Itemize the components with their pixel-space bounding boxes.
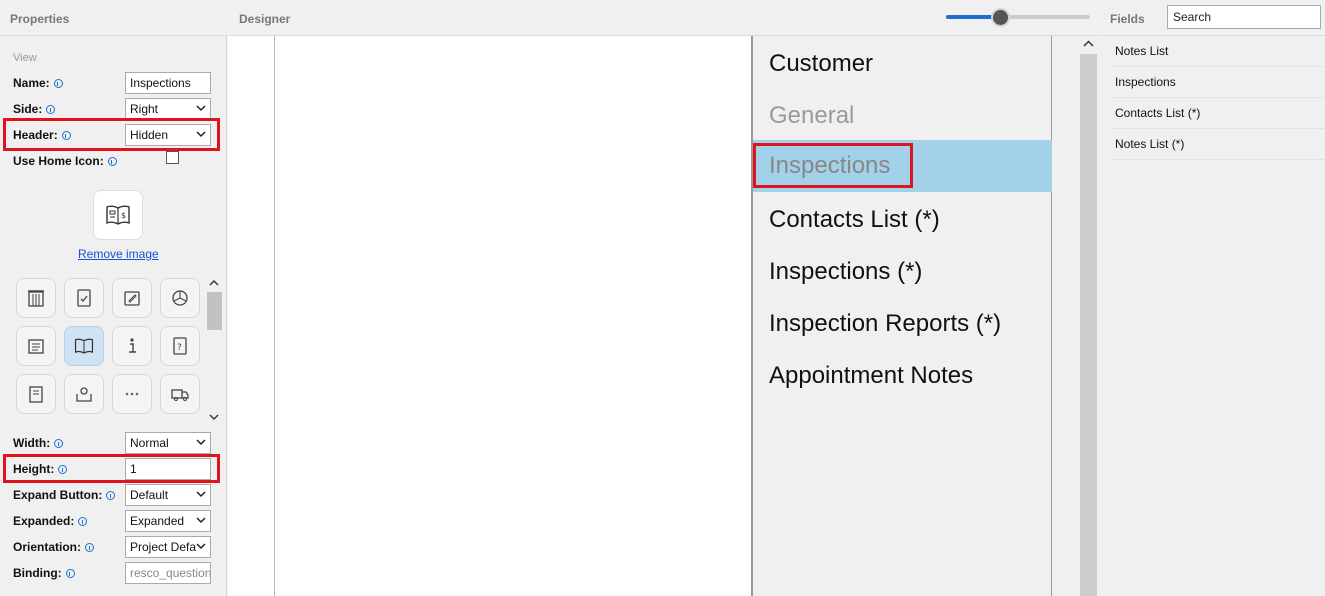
expand-button-select[interactable]: Default bbox=[125, 484, 211, 506]
chevron-up-icon[interactable] bbox=[209, 278, 219, 288]
svg-text:$: $ bbox=[121, 211, 126, 220]
notepad-icon[interactable] bbox=[16, 374, 56, 414]
chevron-up-icon[interactable] bbox=[1083, 39, 1094, 49]
help-document-icon[interactable]: ? bbox=[160, 326, 200, 366]
binding-label: Binding: bbox=[13, 566, 75, 580]
expand-button-label: Expand Button: bbox=[13, 488, 116, 502]
designer-canvas[interactable] bbox=[274, 36, 752, 596]
info-icon[interactable] bbox=[106, 491, 116, 500]
menu-item-customer[interactable]: Customer bbox=[753, 38, 1052, 90]
width-row: Width: Normal bbox=[13, 432, 218, 454]
more-icon[interactable] bbox=[112, 374, 152, 414]
selected-icon-preview: $ bbox=[93, 190, 143, 240]
map-pin-icon[interactable] bbox=[64, 374, 104, 414]
chevron-down-icon bbox=[196, 491, 206, 498]
info-icon[interactable] bbox=[46, 105, 56, 114]
remove-image-link[interactable]: Remove image bbox=[78, 247, 159, 261]
scrollbar-thumb[interactable] bbox=[207, 292, 222, 330]
orientation-label: Orientation: bbox=[13, 540, 94, 554]
delivery-truck-icon[interactable] bbox=[160, 374, 200, 414]
designer-scrollbar[interactable] bbox=[1080, 36, 1097, 596]
fields-list: Notes List Inspections Contacts List (*)… bbox=[1110, 36, 1325, 160]
info-icon[interactable] bbox=[53, 79, 63, 88]
icon-grid: ? bbox=[16, 278, 206, 418]
edit-icon[interactable] bbox=[112, 278, 152, 318]
orientation-select[interactable]: Project Defa bbox=[125, 536, 211, 558]
info-icon[interactable] bbox=[78, 517, 88, 526]
svg-text:?: ? bbox=[177, 343, 182, 353]
binding-row: Binding: resco_question bbox=[13, 562, 218, 584]
width-label: Width: bbox=[13, 436, 64, 450]
fields-title: Fields bbox=[1110, 12, 1145, 26]
menu-item-appointment-notes[interactable]: Appointment Notes bbox=[753, 350, 1052, 402]
designer-canvas-margin bbox=[228, 36, 274, 596]
field-item[interactable]: Notes List bbox=[1110, 36, 1325, 67]
use-home-icon-label: Use Home Icon: bbox=[13, 154, 117, 168]
expanded-select[interactable]: Expanded bbox=[125, 510, 211, 532]
info-icon[interactable] bbox=[54, 439, 64, 448]
properties-panel: Properties View Name: Inspections Side: … bbox=[0, 0, 227, 596]
orientation-row: Orientation: Project Defa bbox=[13, 536, 218, 558]
expanded-label: Expanded: bbox=[13, 514, 88, 528]
menu-item-inspections-list[interactable]: Inspections (*) bbox=[753, 246, 1052, 298]
ledger-icon[interactable] bbox=[64, 326, 104, 366]
menu-item-contacts-list[interactable]: Contacts List (*) bbox=[753, 194, 1052, 246]
zoom-slider[interactable] bbox=[946, 8, 1090, 27]
field-item[interactable]: Inspections bbox=[1110, 67, 1325, 98]
chevron-down-icon[interactable] bbox=[209, 412, 219, 422]
app-root: Properties View Name: Inspections Side: … bbox=[0, 0, 1325, 596]
side-row: Side: Right bbox=[13, 98, 218, 120]
expand-button-row: Expand Button: Default bbox=[13, 484, 218, 506]
info-icon[interactable] bbox=[65, 569, 75, 578]
width-select[interactable]: Normal bbox=[125, 432, 211, 454]
info-icon[interactable] bbox=[85, 543, 94, 552]
expanded-row: Expanded: Expanded bbox=[13, 510, 218, 532]
use-home-icon-row: Use Home Icon: bbox=[13, 150, 218, 172]
ledger-icon: $ bbox=[106, 205, 130, 225]
zoom-slider-handle[interactable] bbox=[991, 8, 1010, 27]
properties-title: Properties bbox=[10, 12, 70, 26]
view-section-label: View bbox=[13, 52, 37, 64]
field-item[interactable]: Contacts List (*) bbox=[1110, 98, 1325, 129]
properties-header: Properties bbox=[0, 0, 227, 36]
chevron-down-icon bbox=[196, 439, 206, 446]
designer-title: Designer bbox=[239, 12, 291, 26]
header-highlight-box bbox=[3, 118, 220, 151]
side-label: Side: bbox=[13, 102, 56, 116]
clipboard-icon[interactable] bbox=[16, 326, 56, 366]
fields-search-input[interactable]: Search bbox=[1167, 5, 1321, 29]
info-icon[interactable] bbox=[107, 157, 117, 166]
name-label: Name: bbox=[13, 76, 63, 90]
height-highlight-box bbox=[3, 454, 220, 483]
name-row: Name: Inspections bbox=[13, 72, 218, 94]
chevron-down-icon bbox=[196, 517, 206, 524]
pie-chart-icon[interactable] bbox=[160, 278, 200, 318]
chevron-down-icon bbox=[196, 543, 206, 550]
building-icon[interactable] bbox=[16, 278, 56, 318]
side-select[interactable]: Right bbox=[125, 98, 211, 120]
checklist-icon[interactable] bbox=[64, 278, 104, 318]
side-menu-preview: Customer General Inspections Contacts Li… bbox=[752, 36, 1052, 596]
chevron-down-icon bbox=[196, 105, 206, 112]
name-input[interactable]: Inspections bbox=[125, 72, 211, 94]
info-icon[interactable] bbox=[112, 326, 152, 366]
scrollbar-thumb[interactable] bbox=[1080, 54, 1097, 596]
menu-item-general[interactable]: General bbox=[753, 90, 1052, 142]
binding-input[interactable]: resco_question bbox=[125, 562, 211, 584]
inspections-highlight-box bbox=[753, 143, 913, 188]
field-item[interactable]: Notes List (*) bbox=[1110, 129, 1325, 160]
menu-item-inspection-reports[interactable]: Inspection Reports (*) bbox=[753, 298, 1052, 350]
icon-grid-scrollbar[interactable] bbox=[206, 278, 222, 424]
use-home-icon-checkbox[interactable] bbox=[166, 151, 179, 164]
